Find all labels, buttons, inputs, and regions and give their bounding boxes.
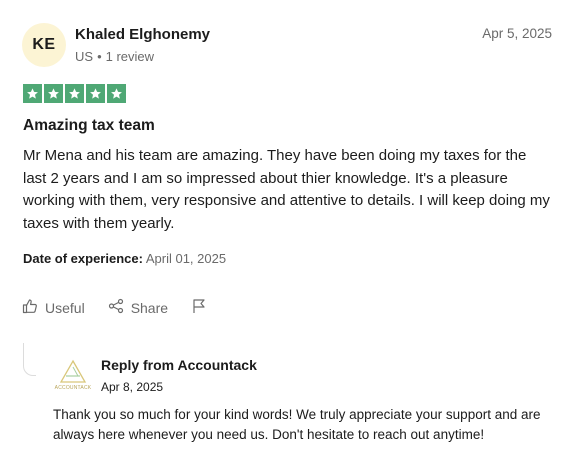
thumbs-up-icon xyxy=(22,298,38,317)
share-button[interactable]: Share xyxy=(108,298,168,317)
reviewer-name[interactable]: Khaled Elghonemy xyxy=(75,26,210,43)
share-label: Share xyxy=(130,299,169,316)
flag-button[interactable] xyxy=(191,298,207,317)
flag-icon xyxy=(191,298,207,317)
review-count: 1 review xyxy=(105,49,155,64)
star-icon xyxy=(86,84,105,103)
meta-separator: • xyxy=(97,49,102,64)
reviewer-meta: US • 1 review xyxy=(75,49,154,64)
reply-from: Reply from Accountack xyxy=(101,357,257,373)
review-date: Apr 5, 2025 xyxy=(482,26,552,41)
svg-text:ACCOUNTACK: ACCOUNTACK xyxy=(55,385,92,391)
date-of-experience: Date of experience: April 01, 2025 xyxy=(23,251,226,266)
review-body: Mr Mena and his team are amazing. They h… xyxy=(23,147,550,232)
avatar[interactable]: KE xyxy=(22,23,66,67)
useful-label: Useful xyxy=(45,299,85,316)
star-icon xyxy=(44,84,63,103)
reply-connector xyxy=(23,343,36,376)
share-icon xyxy=(108,298,124,317)
reply-text: Thank you so much for your kind words! W… xyxy=(53,407,541,442)
useful-button[interactable]: Useful xyxy=(22,298,85,317)
experience-date: April 01, 2025 xyxy=(145,251,227,266)
review-actions: Useful Share xyxy=(22,298,230,317)
reviewer-country: US xyxy=(75,49,94,64)
reply-date: Apr 8, 2025 xyxy=(101,380,164,394)
star-icon xyxy=(65,84,84,103)
star-rating xyxy=(23,84,126,103)
experience-label: Date of experience: xyxy=(23,251,143,266)
review-title: Amazing tax team xyxy=(23,117,155,134)
star-icon xyxy=(107,84,126,103)
star-icon xyxy=(23,84,42,103)
accountack-logo: ACCOUNTACK xyxy=(52,358,94,392)
